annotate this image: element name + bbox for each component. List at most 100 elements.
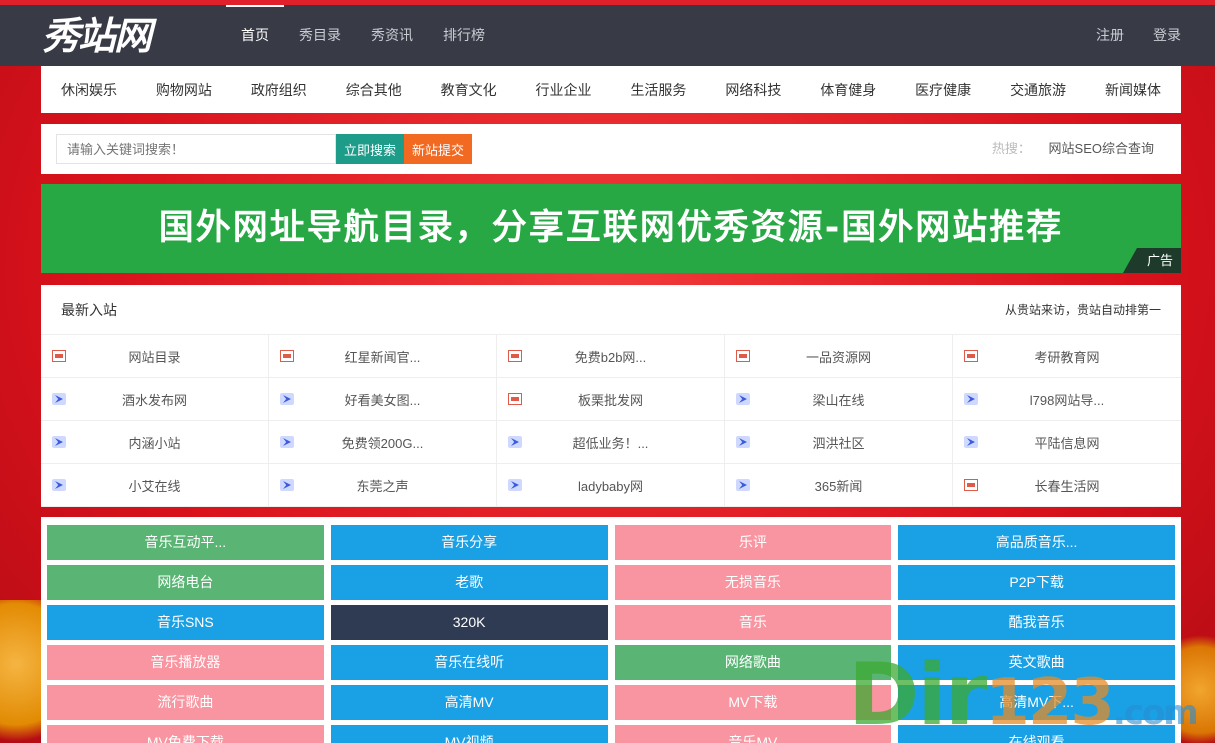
latest-site-item[interactable]: 酒水发布网: [41, 378, 269, 421]
tag-link[interactable]: 高清MV: [330, 685, 608, 720]
search-input[interactable]: [56, 134, 336, 164]
site-favicon-icon: [964, 393, 978, 405]
tag-link[interactable]: 无损音乐: [614, 565, 892, 600]
site-name: 东莞之声: [356, 478, 409, 494]
category-link[interactable]: 交通旅游: [1010, 80, 1066, 100]
nav-directory[interactable]: 秀目录: [284, 5, 356, 66]
site-name: 梁山在线: [812, 392, 865, 408]
category-link[interactable]: 购物网站: [156, 80, 212, 100]
latest-site-item[interactable]: 好看美女图...: [269, 378, 497, 421]
category-link[interactable]: 行业企业: [536, 80, 592, 100]
site-name: 红星新闻官...: [344, 349, 421, 365]
site-name: 免费领200G...: [341, 435, 424, 451]
latest-site-item[interactable]: 泗洪社区: [725, 421, 953, 464]
register-link[interactable]: 注册: [1096, 5, 1124, 66]
latest-site-item[interactable]: 小艾在线: [41, 464, 269, 507]
site-favicon-icon: [280, 350, 294, 362]
site-favicon-icon: [280, 436, 294, 448]
site-favicon-icon: [964, 436, 978, 448]
tag-link[interactable]: 320K: [330, 605, 608, 640]
site-favicon-icon: [280, 393, 294, 405]
latest-site-item[interactable]: 长春生活网: [953, 464, 1181, 507]
tag-link[interactable]: 音乐播放器: [47, 645, 324, 680]
tag-link[interactable]: MV免费下载: [47, 725, 324, 743]
tag-link[interactable]: 音乐SNS: [47, 605, 324, 640]
category-link[interactable]: 政府组织: [251, 80, 307, 100]
site-logo[interactable]: 秀站网: [42, 15, 152, 57]
site-name: 小艾在线: [128, 478, 181, 494]
tag-link[interactable]: 高品质音乐...: [898, 525, 1175, 560]
latest-grid: 网站目录 红星新闻官... 免费b2b网... 一品资源网 考研教育网酒水发布网 好看美女…: [41, 335, 1181, 507]
site-favicon-icon: [964, 350, 978, 362]
auth-links: 注册 登录: [1096, 5, 1181, 66]
category-link[interactable]: 教育文化: [441, 80, 497, 100]
site-name: 网站目录: [128, 349, 181, 365]
tag-link[interactable]: 音乐分享: [330, 525, 608, 560]
site-favicon-icon: [52, 479, 66, 491]
site-favicon-icon: [280, 479, 294, 491]
hot-search-link[interactable]: 网站SEO综合查询: [1049, 141, 1154, 156]
search-bar: 立即搜索 新站提交 热搜： 网站SEO综合查询: [41, 124, 1181, 174]
tag-link[interactable]: 流行歌曲: [47, 685, 324, 720]
login-link[interactable]: 登录: [1153, 5, 1181, 66]
latest-site-item[interactable]: 网站目录: [41, 335, 269, 378]
main-nav: 首页 秀目录 秀资讯 排行榜: [226, 5, 500, 66]
site-name: 泗洪社区: [812, 435, 865, 451]
site-name: 长春生活网: [1034, 478, 1100, 494]
site-name: 板栗批发网: [577, 392, 643, 408]
tag-link[interactable]: 酷我音乐: [898, 605, 1175, 640]
category-link[interactable]: 综合其他: [346, 80, 402, 100]
latest-site-item[interactable]: 免费领200G...: [269, 421, 497, 464]
site-name: 365新闻: [814, 478, 863, 494]
tag-link[interactable]: 音乐互动平...: [47, 525, 324, 560]
latest-site-item[interactable]: 梁山在线: [725, 378, 953, 421]
latest-site-item[interactable]: ladybaby网: [497, 464, 725, 507]
tag-link[interactable]: 乐评: [614, 525, 892, 560]
category-link[interactable]: 体育健身: [820, 80, 876, 100]
category-link[interactable]: 生活服务: [630, 80, 686, 100]
site-favicon-icon: [52, 436, 66, 448]
ad-banner[interactable]: 国外网址导航目录，分享互联网优秀资源-国外网站推荐 广告: [41, 184, 1181, 273]
site-favicon-icon: [964, 479, 978, 491]
site-favicon-icon: [52, 393, 66, 405]
category-link[interactable]: 网络科技: [725, 80, 781, 100]
latest-sites-panel: 最新入站 从贵站来访，贵站自动排第一 网站目录 红星新闻官... 免费b2b网...…: [41, 285, 1181, 507]
site-favicon-icon: [508, 393, 522, 405]
site-favicon-icon: [508, 479, 522, 491]
latest-site-item[interactable]: 板栗批发网: [497, 378, 725, 421]
tag-link[interactable]: 音乐在线听: [330, 645, 608, 680]
nav-news[interactable]: 秀资讯: [356, 5, 428, 66]
latest-site-item[interactable]: 365新闻: [725, 464, 953, 507]
latest-site-item[interactable]: 平陆信息网: [953, 421, 1181, 464]
site-name: 酒水发布网: [121, 392, 187, 408]
tag-link[interactable]: 老歌: [330, 565, 608, 600]
latest-site-item[interactable]: 东莞之声: [269, 464, 497, 507]
latest-header: 最新入站 从贵站来访，贵站自动排第一: [41, 285, 1181, 335]
nav-ranking[interactable]: 排行榜: [428, 5, 500, 66]
tag-link[interactable]: 音乐: [614, 605, 892, 640]
tag-link[interactable]: 网络电台: [47, 565, 324, 600]
site-favicon-icon: [736, 436, 750, 448]
tag-link[interactable]: MV视频: [330, 725, 608, 743]
tag-link[interactable]: P2P下载: [898, 565, 1175, 600]
watermark-part: .com: [1112, 693, 1199, 733]
category-link[interactable]: 休闲娱乐: [61, 80, 117, 100]
hot-label: 热搜：: [991, 141, 1031, 156]
submit-site-button[interactable]: 新站提交: [404, 134, 472, 164]
site-favicon-icon: [508, 436, 522, 448]
latest-site-item[interactable]: 内涵小站: [41, 421, 269, 464]
latest-site-item[interactable]: 红星新闻官...: [269, 335, 497, 378]
nav-home[interactable]: 首页: [226, 5, 284, 66]
latest-site-item[interactable]: 免费b2b网...: [497, 335, 725, 378]
site-favicon-icon: [508, 350, 522, 362]
latest-site-item[interactable]: 考研教育网: [953, 335, 1181, 378]
site-name: 平陆信息网: [1034, 435, 1100, 451]
latest-site-item[interactable]: l798网站导...: [953, 378, 1181, 421]
site-favicon-icon: [52, 350, 66, 362]
search-button[interactable]: 立即搜索: [336, 134, 404, 164]
category-link[interactable]: 新闻媒体: [1105, 80, 1161, 100]
latest-site-item[interactable]: 超低业务！...: [497, 421, 725, 464]
category-link[interactable]: 医疗健康: [915, 80, 971, 100]
site-name: 考研教育网: [1034, 349, 1100, 365]
latest-site-item[interactable]: 一品资源网: [725, 335, 953, 378]
